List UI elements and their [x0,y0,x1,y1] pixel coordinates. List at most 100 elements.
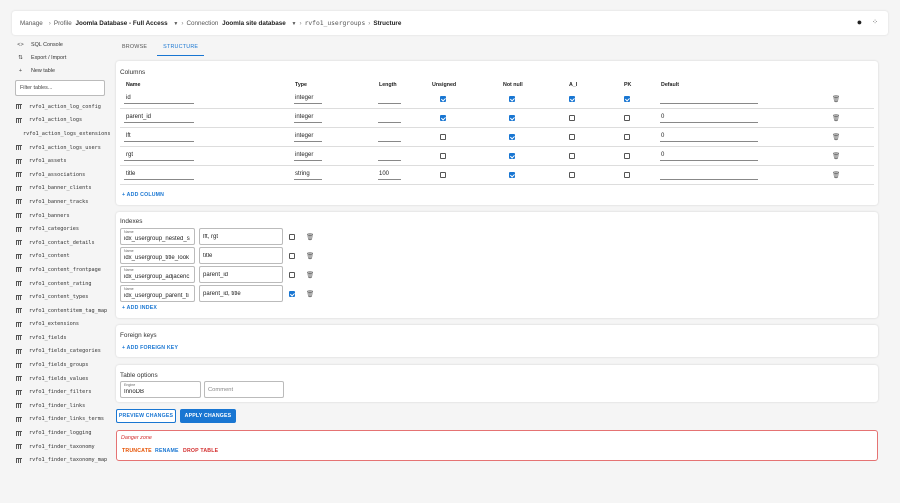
sidebar-table-item[interactable]: rvfo1_action_logs_users [12,141,108,155]
sidebar-table-item[interactable]: rvfo1_banner_clients [12,182,108,196]
sidebar-table-item[interactable]: rvfo1_finder_logging [12,426,108,440]
unique-checkbox[interactable] [289,234,295,240]
sidebar-table-item[interactable]: rvfo1_associations [12,168,108,182]
not-null-checkbox[interactable] [509,172,515,178]
comment-field[interactable]: Comment [204,381,284,398]
sidebar-table-item[interactable]: rvfo1_assets [12,154,108,168]
delete-index-icon[interactable]: 🗑 [306,271,314,279]
column-type-select[interactable]: integer [295,95,313,101]
sidebar-table-item[interactable]: rvfo1_content_frontpage [12,263,108,277]
unsigned-checkbox[interactable] [440,153,446,159]
sidebar-table-item[interactable]: rvfo1_action_logs_extensions [12,127,110,141]
auto-increment-checkbox[interactable] [569,96,575,102]
sidebar-table-item[interactable]: rvfo1_banners [12,209,108,223]
sql-console-link[interactable]: <> SQL Console [12,38,108,51]
truncate-button[interactable]: TRUNCATE [122,448,152,454]
breadcrumb-manage[interactable]: Manage [20,20,43,27]
auto-increment-checkbox[interactable] [569,153,575,159]
sidebar-table-item[interactable]: rvfo1_action_logs [12,114,108,128]
column-name-input[interactable]: lft [126,133,131,139]
sidebar-table-item[interactable]: rvfo1_fields [12,331,108,345]
delete-column-icon[interactable]: 🗑 [832,95,840,103]
breadcrumb-connection[interactable]: Connection Joomla site database ▼ [186,20,296,27]
column-type-select[interactable]: integer [295,133,313,139]
delete-column-icon[interactable]: 🗑 [832,152,840,160]
sidebar-table-item[interactable]: rvfo1_content [12,250,108,264]
filter-tables-input[interactable]: Filter tables... [15,80,105,96]
index-columns-field[interactable]: parent_id, title [199,285,283,302]
sidebar-table-item[interactable]: rvfo1_categories [12,222,108,236]
add-column-button[interactable]: + ADD COLUMN [122,192,164,198]
breadcrumb-table[interactable]: rvfo1_usergroups [305,20,366,27]
delete-column-icon[interactable]: 🗑 [832,114,840,122]
delete-column-icon[interactable]: 🗑 [832,171,840,179]
column-name-input[interactable]: parent_id [126,114,151,120]
index-name-field[interactable]: Name idx_usergroup_parent_ti [120,285,195,302]
sidebar-table-item[interactable]: rvfo1_finder_links [12,399,108,413]
unique-checkbox[interactable] [289,291,295,297]
column-default-input[interactable]: 0 [661,114,664,120]
column-type-select[interactable]: integer [295,114,313,120]
primary-key-checkbox[interactable] [624,172,630,178]
column-name-input[interactable]: title [126,171,135,177]
index-columns-field[interactable]: title [199,247,283,264]
primary-key-checkbox[interactable] [624,134,630,140]
delete-column-icon[interactable]: 🗑 [832,133,840,141]
sidebar-table-item[interactable]: rvfo1_finder_taxonomy_map [12,453,108,467]
export-import-link[interactable]: ⇅ Export / Import [12,51,108,64]
not-null-checkbox[interactable] [509,134,515,140]
column-name-input[interactable]: rgt [126,152,133,158]
column-default-input[interactable]: 0 [661,152,664,158]
unsigned-checkbox[interactable] [440,172,446,178]
index-columns-field[interactable]: lft, rgt [199,228,283,245]
add-foreign-key-button[interactable]: + ADD FOREIGN KEY [122,345,178,351]
sidebar-table-item[interactable]: rvfo1_contact_details [12,236,108,250]
settings-icon[interactable]: ⁘ [872,18,878,27]
new-table-link[interactable]: + New table [12,64,108,77]
sidebar-table-item[interactable]: rvfo1_action_log_config [12,100,108,114]
index-name-field[interactable]: Name idx_usergroup_adjacenc [120,266,195,283]
tab-browse[interactable]: BROWSE [116,40,153,56]
auto-increment-checkbox[interactable] [569,115,575,121]
rename-button[interactable]: RENAME [155,448,179,454]
sidebar-table-item[interactable]: rvfo1_finder_taxonomy [12,440,108,454]
auto-increment-checkbox[interactable] [569,134,575,140]
sidebar-table-item[interactable]: rvfo1_content_types [12,290,108,304]
delete-index-icon[interactable]: 🗑 [306,233,314,241]
sidebar-table-item[interactable]: rvfo1_content_rating [12,277,108,291]
sidebar-table-item[interactable]: rvfo1_contentitem_tag_map [12,304,108,318]
delete-index-icon[interactable]: 🗑 [306,290,314,298]
not-null-checkbox[interactable] [509,153,515,159]
tab-structure[interactable]: STRUCTURE [157,40,205,56]
index-name-field[interactable]: Name idx_usergroup_nested_s [120,228,195,245]
not-null-checkbox[interactable] [509,115,515,121]
sidebar-table-item[interactable]: rvfo1_finder_filters [12,385,108,399]
column-default-input[interactable]: 0 [661,133,664,139]
unsigned-checkbox[interactable] [440,115,446,121]
not-null-checkbox[interactable] [509,96,515,102]
delete-index-icon[interactable]: 🗑 [306,252,314,260]
unsigned-checkbox[interactable] [440,96,446,102]
unsigned-checkbox[interactable] [440,134,446,140]
drop-table-button[interactable]: DROP TABLE [183,448,218,454]
column-type-select[interactable]: string [295,171,310,177]
column-name-input[interactable]: id [126,95,131,101]
index-columns-field[interactable]: parent_id [199,266,283,283]
preview-changes-button[interactable]: PREVIEW CHANGES [116,409,176,423]
add-index-button[interactable]: + ADD INDEX [122,305,157,311]
breadcrumb-profile[interactable]: Profile Joomla Database - Full Access ▼ [54,20,178,27]
sidebar-table-item[interactable]: rvfo1_banner_tracks [12,195,108,209]
account-circle-icon[interactable]: ● [857,17,862,27]
sidebar-table-item[interactable]: rvfo1_fields_values [12,372,108,386]
column-type-select[interactable]: integer [295,152,313,158]
primary-key-checkbox[interactable] [624,115,630,121]
auto-increment-checkbox[interactable] [569,172,575,178]
primary-key-checkbox[interactable] [624,153,630,159]
sidebar-table-item[interactable]: rvfo1_fields_groups [12,358,108,372]
index-name-field[interactable]: Name idx_usergroup_title_look [120,247,195,264]
apply-changes-button[interactable]: APPLY CHANGES [180,409,236,423]
sidebar-table-item[interactable]: rvfo1_finder_links_terms [12,413,108,427]
unique-checkbox[interactable] [289,253,295,259]
engine-field[interactable]: Engine InnoDB [120,381,201,398]
sidebar-table-item[interactable]: rvfo1_fields_categories [12,345,108,359]
